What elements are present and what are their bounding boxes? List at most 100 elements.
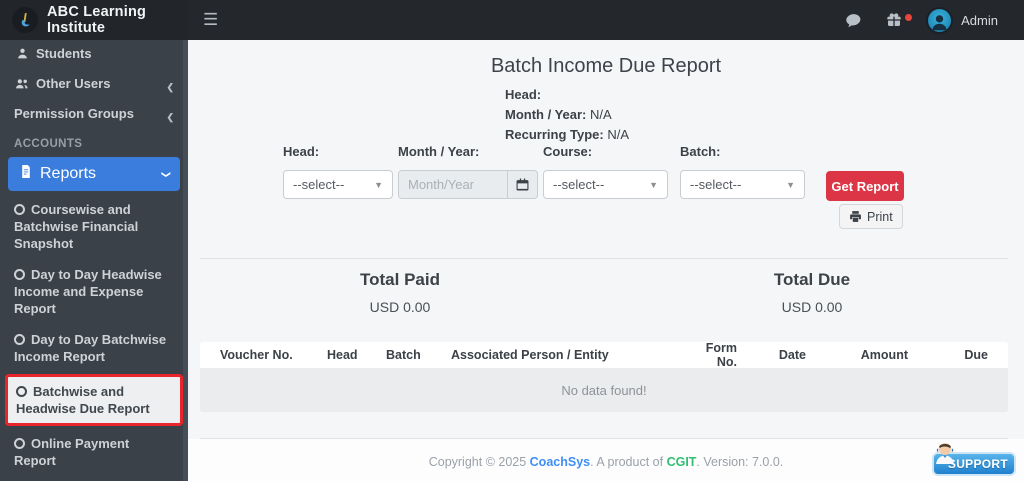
main-content: Batch Income Due Report Head: Month / Ye… <box>188 40 1024 481</box>
month-year-field <box>398 170 538 199</box>
meta-head: Head: <box>505 87 629 102</box>
chevron-down-icon: ❯ <box>161 170 172 178</box>
chevron-left-icon: ❮ <box>166 109 174 125</box>
sidebar-item-heads[interactable]: ❮ Heads <box>0 476 188 481</box>
sidebar-item-day-headwise-income-expense[interactable]: Day to Day Headwise Income and Expense R… <box>0 259 188 324</box>
sidebar-item-reports[interactable]: Reports ❯ <box>8 157 180 191</box>
chat-icon[interactable] <box>845 12 862 29</box>
printer-icon <box>849 210 862 223</box>
batch-filter-group: Batch: --select-- ▼ <box>680 144 805 199</box>
total-paid-label: Total Paid <box>300 270 500 290</box>
sidebar-item-online-payment-report[interactable]: Online Payment Report <box>0 428 188 476</box>
divider <box>200 258 1008 259</box>
cgit-link[interactable]: CGIT <box>667 455 697 469</box>
total-due-label: Total Due <box>712 270 912 290</box>
footer-text: . A product of <box>590 455 666 469</box>
sidebar-item-students[interactable]: Students <box>0 40 188 70</box>
column-header: Form No. <box>691 342 737 369</box>
course-filter-group: Course: --select-- ▼ <box>543 144 668 199</box>
brand-logo-icon <box>12 7 38 33</box>
caret-down-icon: ▼ <box>374 180 383 190</box>
divider <box>200 438 1008 439</box>
batch-filter-label: Batch: <box>680 144 805 159</box>
head-select-value: --select-- <box>293 177 344 192</box>
users-icon <box>14 77 30 94</box>
sidebar-item-label: Online Payment Report <box>14 436 129 468</box>
empty-table-row: No data found! <box>200 368 1008 412</box>
column-header: Date <box>737 348 806 362</box>
total-due-block: Total Due USD 0.00 <box>712 270 912 315</box>
column-header: Batch <box>386 348 451 362</box>
meta-label: Head: <box>505 87 541 102</box>
sidebar-item-label: Batchwise and Headwise Due Report <box>16 384 150 416</box>
admin-label: Admin <box>961 13 998 28</box>
footer-text: Copyright © 2025 <box>429 455 530 469</box>
admin-menu[interactable]: Admin <box>926 7 998 34</box>
column-header: Due <box>908 348 1008 362</box>
meta-label: Recurring Type: <box>505 127 604 142</box>
sidebar-item-other-users[interactable]: ❮ Other Users <box>0 70 188 100</box>
caret-down-icon: ▼ <box>649 180 658 190</box>
report-meta: Head: Month / Year: N/A Recurring Type: … <box>505 87 629 147</box>
sidebar-item-label: Day to Day Batchwise Income Report <box>14 332 166 364</box>
meta-recurring-type: Recurring Type: N/A <box>505 127 629 142</box>
circle-icon <box>14 438 25 449</box>
sidebar-item-label: Permission Groups <box>14 106 134 121</box>
column-header: Associated Person / Entity <box>451 348 691 362</box>
meta-value: N/A <box>607 127 629 142</box>
sidebar-item-label: Day to Day Headwise Income and Expense R… <box>14 267 162 316</box>
sidebar-item-day-batchwise-income[interactable]: Day to Day Batchwise Income Report <box>0 324 188 372</box>
sidebar-item-label: Reports <box>40 165 96 183</box>
column-header: Amount <box>806 348 908 362</box>
calendar-icon[interactable] <box>507 171 537 198</box>
top-header-bar: ABC Learning Institute ☰ Admin <box>0 0 1024 40</box>
hamburger-menu-icon[interactable]: ☰ <box>203 10 218 30</box>
table-header-row: Voucher No. Head Batch Associated Person… <box>200 342 1008 368</box>
print-button-label: Print <box>867 210 893 224</box>
page-title: Batch Income Due Report <box>188 55 1024 78</box>
month-year-input[interactable] <box>399 171 507 198</box>
sidebar-item-permission-groups[interactable]: ❮ Permission Groups <box>0 100 188 128</box>
chevron-left-icon: ❮ <box>166 79 174 95</box>
footer-copyright: Copyright © 2025 CoachSys. A product of … <box>188 455 1024 469</box>
sidebar-item-label: Students <box>36 46 92 61</box>
report-table: Voucher No. Head Batch Associated Person… <box>200 342 1008 412</box>
month-filter-group: Month / Year: <box>398 144 538 199</box>
sidebar-item-batchwise-headwise-due-report-highlighted[interactable]: Batchwise and Headwise Due Report <box>5 374 183 426</box>
circle-icon <box>16 386 27 397</box>
gift-icon[interactable] <box>886 12 902 28</box>
sidebar-item-label: Coursewise and Batchwise Financial Snaps… <box>14 202 138 251</box>
month-filter-label: Month / Year: <box>398 144 538 159</box>
sidebar-section-accounts: ACCOUNTS <box>0 128 188 154</box>
total-paid-value: USD 0.00 <box>300 299 500 315</box>
sidebar-item-coursewise-batchwise-snapshot[interactable]: Coursewise and Batchwise Financial Snaps… <box>0 194 188 259</box>
sidebar-item-label: Other Users <box>36 76 110 91</box>
column-header: Voucher No. <box>200 348 327 362</box>
meta-value: N/A <box>590 107 612 122</box>
course-select[interactable]: --select-- ▼ <box>543 170 668 199</box>
notification-dot <box>905 14 912 21</box>
coachsys-link[interactable]: CoachSys <box>530 455 590 469</box>
circle-icon <box>14 334 25 345</box>
support-button[interactable]: SUPPORT <box>932 452 1016 476</box>
total-due-value: USD 0.00 <box>712 299 912 315</box>
course-filter-label: Course: <box>543 144 668 159</box>
report-file-icon <box>18 165 34 183</box>
head-select[interactable]: --select-- ▼ <box>283 170 393 199</box>
batch-select-value: --select-- <box>690 177 741 192</box>
admin-avatar <box>926 7 953 34</box>
brand-title: ABC Learning Institute <box>47 4 188 36</box>
batch-select[interactable]: --select-- ▼ <box>680 170 805 199</box>
get-report-button[interactable]: Get Report <box>826 171 904 201</box>
filter-bar: Head: --select-- ▼ Month / Year: Course:… <box>188 144 1024 234</box>
head-filter-group: Head: --select-- ▼ <box>283 144 393 199</box>
meta-label: Month / Year: <box>505 107 586 122</box>
total-paid-block: Total Paid USD 0.00 <box>300 270 500 315</box>
caret-down-icon: ▼ <box>786 180 795 190</box>
print-button[interactable]: Print <box>839 204 903 229</box>
brand[interactable]: ABC Learning Institute <box>0 0 188 40</box>
head-filter-label: Head: <box>283 144 393 159</box>
column-header: Head <box>327 348 386 362</box>
footer-text: . Version: 7.0.0. <box>696 455 783 469</box>
support-agent-icon <box>932 440 958 473</box>
